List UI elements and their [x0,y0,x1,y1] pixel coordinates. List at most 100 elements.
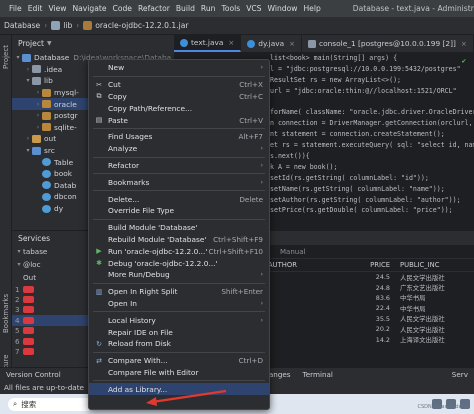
tab-services[interactable]: Serv [446,370,474,379]
menu-item-add-as-library[interactable]: Add as Library... [89,383,269,396]
menu-item-shortcut: Ctrl+D [238,356,263,366]
editor-tab[interactable]: text.java × [174,35,242,52]
breadcrumb-item-jar[interactable]: oracle-ojdbc-12.2.0.1.jar [95,21,188,30]
menu-item-rebuild-module-database[interactable]: Rebuild Module 'Database' Ctrl+Shift+F9 [89,234,269,246]
menu-item-label: Refactor [108,160,140,170]
menu-item-debug-oracle-ojdbc-12-2-0[interactable]: ✱ Debug 'oracle-ojdbc-12.2.0...' [89,257,269,269]
cell-price: 22.4 [375,304,390,313]
menu-item-copy-path-reference[interactable]: Copy Path/Reference... [89,102,269,114]
menu-item-compare-file-with-editor[interactable]: Compare File with Editor [89,367,269,379]
chevron-right-icon[interactable]: › [34,112,42,119]
close-icon[interactable]: × [289,40,295,48]
menu-item-reload-from-disk[interactable]: ↻ Reload from Disk [89,338,269,350]
result-row[interactable]: 7 [12,346,100,356]
column-header-author[interactable]: AUTHOR [268,261,328,269]
menu-item-new[interactable]: New › [89,62,269,74]
menu-item-compare-with[interactable]: ⇄ Compare With... Ctrl+D [89,355,269,367]
menu-item-analyze[interactable]: Analyze › [89,143,269,155]
menu-item-label: Compare With... [108,356,168,366]
menu-vcs[interactable]: VCS [246,4,261,13]
result-row[interactable]: 6 [12,336,100,346]
menu-item-more-run-debug[interactable]: More Run/Debug › [89,269,269,281]
menu-build[interactable]: Build [176,4,195,13]
project-tool-label[interactable]: Project [2,45,10,69]
menu-item-build-module-database[interactable]: Build Module 'Database' [89,222,269,234]
project-panel-header[interactable]: Project ▼ [12,35,174,52]
result-row[interactable]: 5 [12,326,100,336]
services-item-connection[interactable]: ▾ @loc [12,258,100,271]
chevron-right-icon[interactable]: › [34,124,42,131]
chevron-down-icon[interactable]: ▾ [24,77,32,84]
taskbar-search[interactable]: ⌕ 搜索 [8,397,94,411]
menu-edit[interactable]: Edit [28,4,43,13]
transaction-mode-select[interactable]: Manual [280,248,305,256]
editor-tab[interactable]: dy.java × [241,35,303,52]
editor-tab[interactable]: console_1 [postgres@10.0.0.199 [2]] × [302,35,474,52]
cell-price: 35.5 [375,314,390,323]
folder-icon [51,21,61,30]
project-tree-label: sqlite- [54,122,77,132]
close-icon[interactable]: × [228,39,234,47]
chevron-right-icon[interactable]: › [24,135,32,142]
services-item-output[interactable]: Out [12,271,100,284]
breadcrumb-item-lib[interactable]: lib [63,21,72,30]
menu-item-label: Build Module 'Database' [108,223,198,233]
menu-tools[interactable]: Tools [221,4,240,13]
menu-icon-placeholder [94,144,104,153]
menu-item-override-file-type[interactable]: Override File Type [89,205,269,217]
menu-item-paste[interactable]: ▤ Paste Ctrl+V [89,114,269,126]
chevron-down-icon[interactable]: ▼ [47,40,52,47]
menu-code[interactable]: Code [113,4,132,13]
menu-item-copy[interactable]: ⧉ Copy Ctrl+C [89,91,269,103]
menu-item-shortcut: Ctrl+V [239,115,263,125]
menu-navigate[interactable]: Navigate [72,4,106,13]
bookmarks-tool-label[interactable]: Bookmarks [2,294,10,333]
java-file-icon [247,39,256,48]
menu-item-label: Copy Path/Reference... [108,103,193,113]
menu-run[interactable]: Run [201,4,216,13]
class-icon [42,204,51,213]
status-text: All files are up-to-date [4,383,84,392]
tab-version-control[interactable]: Version Control [0,370,67,379]
chevron-right-icon[interactable]: › [24,66,32,73]
chevron-down-icon[interactable]: ▾ [24,147,32,154]
chevron-right-icon[interactable]: › [34,101,42,108]
menu-item-bookmarks[interactable]: Bookmarks › [89,176,269,188]
menu-file[interactable]: File [9,4,22,13]
menu-refactor[interactable]: Refactor [138,4,170,13]
close-icon[interactable]: × [461,40,467,48]
menu-item-find-usages[interactable]: Find Usages Alt+F7 [89,131,269,143]
menu-window[interactable]: Window [268,4,298,13]
result-row[interactable]: 1 [12,284,100,294]
chevron-right-icon[interactable]: › [34,89,42,96]
context-menu: New › ✂ Cut Ctrl+X ⧉ Copy Ctrl+C Copy Path/Refer… [88,59,270,410]
services-item-database[interactable]: ▾ tabase [12,245,100,258]
row-number: 6 [15,336,20,346]
menu-item-open-in[interactable]: Open In › [89,298,269,310]
menu-item-repair-ide-on-file[interactable]: Repair IDE on File [89,326,269,338]
tab-terminal[interactable]: Terminal [297,370,339,379]
result-row[interactable]: 2 [12,294,100,304]
menu-item-run-oracle-ojdbc-12-2-0[interactable]: ▶ Run 'oracle-ojdbc-12.2.0...' Ctrl+Shift+… [89,245,269,257]
menu-item-open-in-right-split[interactable]: ▥ Open In Right Split Shift+Enter [89,286,269,298]
column-header-public-inc[interactable]: PUBLIC_INC [400,261,470,269]
menu-item-cut[interactable]: ✂ Cut Ctrl+X [89,79,269,91]
menu-icon-placeholder [94,178,104,187]
submenu-arrow-icon: › [260,145,263,153]
result-row[interactable]: 4 [12,315,100,326]
menu-item-local-history[interactable]: Local History › [89,314,269,326]
menu-item-delete[interactable]: Delete... Delete [89,193,269,205]
compare-icon: ⇄ [96,356,102,365]
breadcrumb-item-project[interactable]: Database [4,21,40,30]
menu-view[interactable]: View [48,4,66,13]
result-row[interactable]: 3 [12,305,100,315]
submenu-arrow-icon: › [260,299,263,307]
menu-icon-placeholder [94,316,104,325]
column-header-price[interactable]: PRICE [345,261,390,269]
row-number: 5 [15,326,20,336]
menu-item-label: Rebuild Module 'Database' [108,234,207,244]
menu-item-refactor[interactable]: Refactor › [89,160,269,172]
menu-help[interactable]: Help [303,4,320,13]
chevron-down-icon[interactable]: ▾ [14,54,22,61]
project-tree-label: mysql- [54,88,79,98]
